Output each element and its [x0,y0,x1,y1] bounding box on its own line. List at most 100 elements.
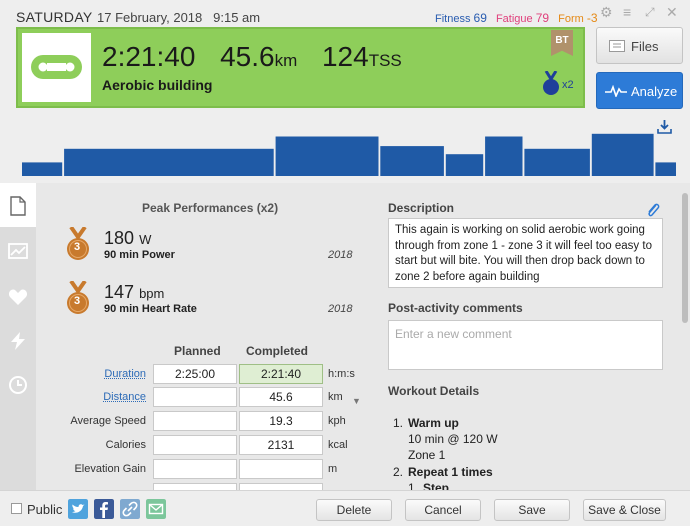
duration-planned-field[interactable]: 2:25:00 [153,364,237,384]
chart-icon[interactable] [8,241,28,261]
peak-year: 2018 [328,249,353,261]
step-1-target: 10 min @ 120 W [408,432,498,446]
elevation-completed-field[interactable] [239,459,323,479]
step-2-title: Repeat 1 times [408,465,493,479]
form-metric: Form -3 [558,11,598,25]
files-label: Files [631,39,659,54]
public-checkbox[interactable] [11,503,22,514]
avg-speed-completed-field[interactable]: 19.3 [239,411,323,431]
analyze-label: Analyze [631,84,678,99]
cancel-button[interactable]: Cancel [405,499,481,521]
public-label: Public [27,502,63,517]
gear-icon[interactable]: ⚙ [600,4,613,21]
distance-completed-field[interactable]: 45.6 [239,387,323,407]
save-button[interactable]: Save [494,499,570,521]
time-label: 9:15 am [213,10,261,25]
expand-icon[interactable]: ⤢ [645,5,655,20]
calories-planned-field[interactable] [153,435,237,455]
link-icon[interactable] [120,499,140,519]
peak-rank: 3 [74,295,81,307]
window-controls: ⚙ ≡ ⤢ ✕ [600,4,680,22]
duration-label[interactable]: Duration [36,368,146,380]
step-1-zone: Zone 1 [408,448,446,462]
scrollbar-thumb[interactable] [682,193,688,323]
elevation-label: Elevation Gain [74,463,146,475]
elevation-unit: m [328,463,338,475]
fatigue-value: 79 [535,11,550,25]
chart-bar-3 [275,136,379,176]
step-1-number: 1. [393,416,404,430]
completed-header: Completed [246,344,309,358]
peak-value: 180 W [104,228,151,249]
description-text[interactable]: This again is working on solid aerobic w… [388,218,663,288]
chart-bar-1 [22,162,63,176]
date-label: 17 February, 2018 [97,10,203,25]
save-close-button[interactable]: Save & Close [583,499,666,521]
intervals-chart [22,133,676,176]
summary-tss: 124 [321,41,369,72]
rail-summary-tab[interactable] [0,183,36,227]
delete-button[interactable]: Delete [316,499,392,521]
content-scrollbar[interactable] [680,183,690,490]
distance-planned-field[interactable] [153,387,237,407]
bike-chain-icon [31,55,82,79]
twitter-icon[interactable] [68,499,88,519]
date-time: 17 February, 2018 9:15 am [97,10,260,25]
workout-title: Aerobic building [102,77,213,93]
peak-item-heart-rate[interactable]: 3 147 bpm 90 min Heart Rate 2018 [66,281,356,321]
pulse-icon [605,85,627,97]
peak-medal-summary[interactable]: x2 [542,71,586,97]
paperclip-icon[interactable] [646,201,660,219]
avg-speed-planned-field[interactable] [153,411,237,431]
files-button[interactable]: Files [596,27,683,64]
step-1-title: Warm up [408,416,459,430]
peak-year: 2018 [328,303,353,315]
summary-card: 2:21:40 45.6km 124TSS Aerobic building B… [16,27,585,108]
fitness-metrics: Fitness 69 Fatigue 79 Form -3 [435,11,604,25]
chart-bar-4 [380,146,444,176]
peak-rank: 3 [74,241,81,253]
form-value: -3 [586,11,598,25]
clock-icon[interactable] [8,375,28,395]
document-icon [10,196,26,216]
description-title: Description [388,201,455,215]
peak-unit: bpm [139,286,165,301]
chart-bar-6 [485,136,523,176]
comments-title: Post-activity comments [388,301,523,315]
bt-badge: BT [551,30,573,56]
day-label: SATURDAY [16,9,93,25]
workout-header: SATURDAY 17 February, 2018 9:15 am Fitne… [0,0,690,183]
analyze-button[interactable]: Analyze [596,72,683,109]
chevron-down-icon[interactable]: ▼ [352,396,361,406]
menu-icon[interactable]: ≡ [623,4,631,20]
chart-bar-8 [591,133,654,176]
fitness-metric: Fitness 69 [435,11,490,25]
peak-name: 90 min Heart Rate [104,303,197,315]
calories-completed-field[interactable]: 2131 [239,435,323,455]
workout-details-title: Workout Details [388,384,480,398]
calories-unit: kcal [328,439,348,451]
fitness-value: 69 [473,11,487,25]
peak-item-power[interactable]: 3 180 W 90 min Power 2018 [66,227,356,267]
heart-icon[interactable] [8,287,28,307]
fatigue-metric: Fatigue 79 [496,11,552,25]
footer-bar: Public Delete Cancel Save Save & Close [0,490,690,526]
step-2-number: 2. [393,465,404,479]
summary-distance: 45.6 [220,41,275,72]
comment-input[interactable]: Enter a new comment [388,320,663,370]
peak-unit: W [139,232,152,247]
summary-tss-unit: TSS [368,51,402,70]
next-completed-field[interactable] [239,483,323,490]
sport-tile [22,33,91,102]
elevation-planned-field[interactable] [153,459,237,479]
close-icon[interactable]: ✕ [666,4,678,21]
lightning-icon[interactable] [8,331,28,351]
distance-label[interactable]: Distance [36,391,146,403]
next-planned-field[interactable] [153,483,237,490]
calories-label: Calories [105,439,146,451]
duration-completed-field[interactable]: 2:21:40 [239,364,323,384]
distance-unit: km [328,391,343,403]
email-icon[interactable] [146,499,166,519]
facebook-icon[interactable] [94,499,114,519]
peak-value: 147 bpm [104,282,164,303]
